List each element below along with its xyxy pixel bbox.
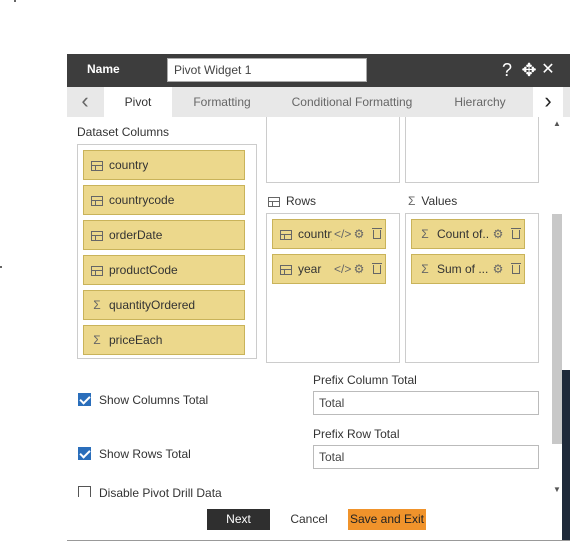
- prefix-row-total-input[interactable]: [313, 445, 539, 469]
- field-label: productCode: [109, 263, 178, 277]
- save-and-exit-button[interactable]: Save and Exit: [348, 509, 426, 530]
- tab-conditional-formatting[interactable]: Conditional Formatting: [277, 87, 427, 117]
- values-field-sum[interactable]: Σ Sum of ... ⚙: [411, 254, 525, 284]
- show-rows-total-label: Show Rows Total: [99, 447, 191, 461]
- field-label: year: [298, 262, 322, 276]
- field-label: Sum of ...: [437, 262, 489, 276]
- settings-icon[interactable]: ⚙: [351, 220, 367, 248]
- sigma-icon: Σ: [408, 194, 416, 208]
- rows-drop-panel[interactable]: country </> ⚙ year </> ⚙: [266, 213, 400, 363]
- settings-icon[interactable]: ⚙: [490, 255, 506, 283]
- rows-field-country[interactable]: country </> ⚙: [272, 219, 386, 249]
- field-label: country: [109, 158, 149, 172]
- disable-pivot-drill-checkbox[interactable]: [78, 486, 91, 497]
- stray-dot-left: [0, 266, 2, 268]
- help-icon[interactable]: ?: [497, 58, 517, 82]
- widget-name-input[interactable]: [167, 58, 367, 82]
- tab-next-arrow-icon[interactable]: ›: [533, 87, 563, 117]
- field-label: priceEach: [109, 333, 163, 347]
- rows-label: Rows: [286, 194, 317, 208]
- dataset-field-country[interactable]: country: [83, 150, 245, 180]
- stray-dot-top: [14, 0, 16, 2]
- show-columns-total-label: Show Columns Total: [99, 393, 209, 407]
- prefix-column-total-label: Prefix Column Total: [313, 373, 417, 387]
- trash-icon[interactable]: [369, 220, 385, 248]
- dataset-field-countrycode[interactable]: countrycode: [83, 185, 245, 215]
- tab-bar: ‹ Pivot Formatting Conditional Formattin…: [67, 87, 570, 117]
- values-header: Σ Values: [408, 194, 457, 208]
- table-icon: [90, 151, 104, 179]
- prefix-row-total-label: Prefix Row Total: [313, 427, 400, 441]
- close-icon[interactable]: ✕: [538, 58, 558, 82]
- tab-prev-arrow-icon[interactable]: ‹: [71, 87, 99, 117]
- scrollbar-thumb[interactable]: [552, 214, 562, 444]
- name-label: Name: [87, 62, 120, 76]
- table-icon: [268, 196, 280, 207]
- move-icon[interactable]: ✥: [519, 58, 539, 82]
- next-button[interactable]: Next: [207, 509, 270, 530]
- dataset-columns-label: Dataset Columns: [77, 125, 170, 139]
- dataset-field-productcode[interactable]: productCode: [83, 255, 245, 285]
- dataset-columns-panel: country countrycode orderDate productCod…: [77, 144, 257, 359]
- settings-icon[interactable]: ⚙: [490, 220, 506, 248]
- table-icon: [279, 220, 293, 248]
- table-icon: [90, 256, 104, 284]
- code-icon[interactable]: </>: [334, 255, 351, 283]
- dialog-header: Name ? ✥ ✕: [67, 54, 570, 87]
- table-icon: [90, 221, 104, 249]
- dataset-field-quantityordered[interactable]: Σ quantityOrdered: [83, 290, 245, 320]
- sigma-icon: Σ: [93, 298, 101, 312]
- sigma-icon: Σ: [421, 262, 429, 276]
- cancel-button[interactable]: Cancel: [277, 509, 341, 530]
- sigma-icon: Σ: [93, 333, 101, 347]
- trash-icon[interactable]: [369, 255, 385, 283]
- tab-hierarchy[interactable]: Hierarchy: [437, 87, 523, 117]
- tab-formatting[interactable]: Formatting: [177, 87, 267, 117]
- dataset-field-priceeach[interactable]: Σ priceEach: [83, 325, 245, 355]
- show-columns-total-checkbox[interactable]: [78, 393, 91, 406]
- trash-icon[interactable]: [508, 220, 524, 248]
- table-icon: [90, 186, 104, 214]
- settings-icon[interactable]: ⚙: [351, 255, 367, 283]
- trash-icon[interactable]: [508, 255, 524, 283]
- pivot-content: Dataset Columns country countrycode orde…: [67, 117, 570, 497]
- scroll-up-arrow-icon[interactable]: ▲: [550, 119, 564, 128]
- values-label: Values: [421, 194, 458, 208]
- field-label: quantityOrdered: [109, 298, 196, 312]
- tab-pivot[interactable]: Pivot: [104, 87, 172, 117]
- pivot-widget-dialog: Name ? ✥ ✕ ‹ Pivot Formatting Conditiona…: [67, 54, 570, 541]
- values-field-count[interactable]: Σ Count of... ⚙: [411, 219, 525, 249]
- prefix-column-total-input[interactable]: [313, 391, 539, 415]
- columns-drop-panel[interactable]: [266, 117, 400, 183]
- field-label: country: [298, 227, 332, 241]
- filters-drop-panel[interactable]: [405, 117, 539, 183]
- disable-pivot-drill-label: Disable Pivot Drill Data: [99, 486, 222, 497]
- code-icon[interactable]: </>: [334, 220, 351, 248]
- field-label: countrycode: [109, 193, 175, 207]
- rows-header: Rows: [268, 194, 316, 208]
- values-drop-panel[interactable]: Σ Count of... ⚙ Σ Sum of ... ⚙: [405, 213, 539, 363]
- field-label: orderDate: [109, 228, 163, 242]
- field-label: Count of...: [437, 227, 489, 241]
- sigma-icon: Σ: [421, 227, 429, 241]
- background-window-edge: [562, 370, 570, 540]
- rows-field-year[interactable]: year </> ⚙: [272, 254, 386, 284]
- table-icon: [279, 255, 293, 283]
- dataset-field-orderdate[interactable]: orderDate: [83, 220, 245, 250]
- show-rows-total-checkbox[interactable]: [78, 447, 91, 460]
